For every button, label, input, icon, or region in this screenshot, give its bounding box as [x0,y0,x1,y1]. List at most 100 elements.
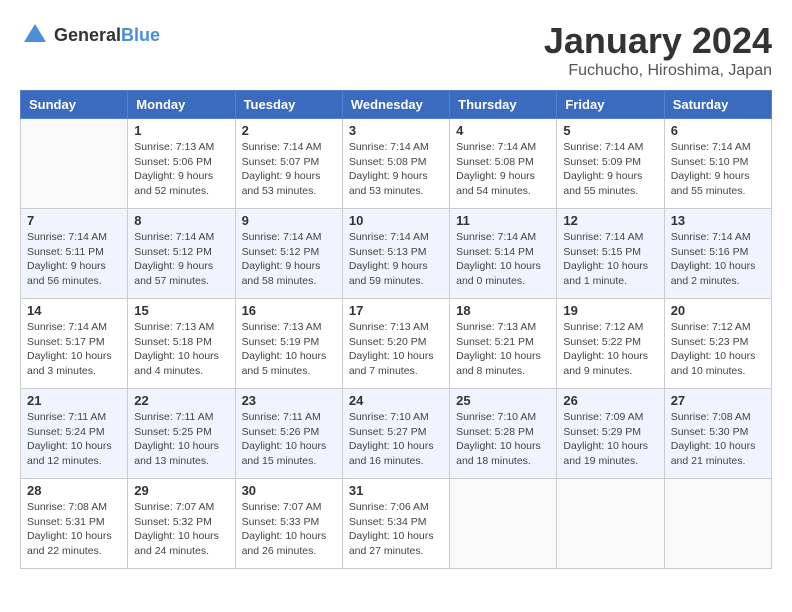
header-day-monday: Monday [128,91,235,119]
calendar-cell: 31 Sunrise: 7:06 AMSunset: 5:34 PMDayligh… [342,479,449,569]
calendar-cell: 25 Sunrise: 7:10 AMSunset: 5:28 PMDayligh… [450,389,557,479]
header-day-wednesday: Wednesday [342,91,449,119]
day-info: Sunrise: 7:13 AMSunset: 5:06 PMDaylight:… [134,140,228,199]
day-number: 11 [456,213,550,228]
day-info: Sunrise: 7:14 AMSunset: 5:14 PMDaylight:… [456,230,550,289]
logo-text-blue: Blue [121,25,160,45]
calendar-cell: 30 Sunrise: 7:07 AMSunset: 5:33 PMDayligh… [235,479,342,569]
day-number: 13 [671,213,765,228]
day-info: Sunrise: 7:09 AMSunset: 5:29 PMDaylight:… [563,410,657,469]
calendar-cell: 1 Sunrise: 7:13 AMSunset: 5:06 PMDaylight… [128,119,235,209]
day-number: 8 [134,213,228,228]
day-info: Sunrise: 7:14 AMSunset: 5:10 PMDaylight:… [671,140,765,199]
day-number: 27 [671,393,765,408]
day-number: 6 [671,123,765,138]
calendar-cell [450,479,557,569]
calendar-cell: 20Sunrise: 7:12 AMSunset: 5:23 PMDayligh… [664,299,771,389]
day-number: 23 [242,393,336,408]
day-number: 19 [563,303,657,318]
title-section: January 2024 Fuchucho, Hiroshima, Japan [544,20,772,80]
calendar-cell: 11 Sunrise: 7:14 AMSunset: 5:14 PMDayligh… [450,209,557,299]
day-number: 24 [349,393,443,408]
header-day-tuesday: Tuesday [235,91,342,119]
calendar-cell: 15Sunrise: 7:13 AMSunset: 5:18 PMDayligh… [128,299,235,389]
day-number: 31 [349,483,443,498]
day-info: Sunrise: 7:14 AMSunset: 5:15 PMDaylight:… [563,230,657,289]
day-info: Sunrise: 7:10 AMSunset: 5:28 PMDaylight:… [456,410,550,469]
day-number: 21 [27,393,121,408]
day-info: Sunrise: 7:08 AMSunset: 5:30 PMDaylight:… [671,410,765,469]
day-info: Sunrise: 7:11 AMSunset: 5:26 PMDaylight:… [242,410,336,469]
day-info: Sunrise: 7:13 AMSunset: 5:21 PMDaylight:… [456,320,550,379]
calendar-week-2: 7Sunrise: 7:14 AMSunset: 5:11 PMDaylight… [21,209,772,299]
header-day-thursday: Thursday [450,91,557,119]
day-info: Sunrise: 7:14 AMSunset: 5:12 PMDaylight:… [134,230,228,289]
day-number: 10 [349,213,443,228]
calendar-cell: 29 Sunrise: 7:07 AMSunset: 5:32 PMDayligh… [128,479,235,569]
calendar-cell [557,479,664,569]
day-number: 5 [563,123,657,138]
day-number: 1 [134,123,228,138]
header-day-friday: Friday [557,91,664,119]
logo-text-general: General [54,25,121,45]
day-info: Sunrise: 7:14 AMSunset: 5:08 PMDaylight:… [349,140,443,199]
day-info: Sunrise: 7:07 AMSunset: 5:33 PMDaylight:… [242,500,336,559]
day-number: 29 [134,483,228,498]
calendar-cell: 5 Sunrise: 7:14 AMSunset: 5:09 PMDaylight… [557,119,664,209]
day-info: Sunrise: 7:13 AMSunset: 5:19 PMDaylight:… [242,320,336,379]
calendar-cell: 3 Sunrise: 7:14 AMSunset: 5:08 PMDaylight… [342,119,449,209]
day-info: Sunrise: 7:06 AMSunset: 5:34 PMDaylight:… [349,500,443,559]
day-info: Sunrise: 7:14 AMSunset: 5:17 PMDaylight:… [27,320,121,379]
day-info: Sunrise: 7:12 AMSunset: 5:22 PMDaylight:… [563,320,657,379]
logo: GeneralBlue [20,20,160,50]
calendar-cell [21,119,128,209]
day-info: Sunrise: 7:11 AMSunset: 5:25 PMDaylight:… [134,410,228,469]
calendar: SundayMondayTuesdayWednesdayThursdayFrid… [20,90,772,569]
day-number: 14 [27,303,121,318]
calendar-cell: 2Sunrise: 7:14 AMSunset: 5:07 PMDaylight… [235,119,342,209]
day-info: Sunrise: 7:14 AMSunset: 5:11 PMDaylight:… [27,230,121,289]
day-number: 28 [27,483,121,498]
day-info: Sunrise: 7:07 AMSunset: 5:32 PMDaylight:… [134,500,228,559]
calendar-week-1: 1 Sunrise: 7:13 AMSunset: 5:06 PMDaylight… [21,119,772,209]
calendar-cell: 14 Sunrise: 7:14 AMSunset: 5:17 PMDayligh… [21,299,128,389]
day-number: 16 [242,303,336,318]
day-info: Sunrise: 7:10 AMSunset: 5:27 PMDaylight:… [349,410,443,469]
calendar-cell: 6 Sunrise: 7:14 AMSunset: 5:10 PMDaylight… [664,119,771,209]
day-info: Sunrise: 7:14 AMSunset: 5:12 PMDaylight:… [242,230,336,289]
header-row: SundayMondayTuesdayWednesdayThursdayFrid… [21,91,772,119]
calendar-cell: 17Sunrise: 7:13 AMSunset: 5:20 PMDayligh… [342,299,449,389]
calendar-header: SundayMondayTuesdayWednesdayThursdayFrid… [21,91,772,119]
day-info: Sunrise: 7:11 AMSunset: 5:24 PMDaylight:… [27,410,121,469]
day-number: 3 [349,123,443,138]
day-info: Sunrise: 7:14 AMSunset: 5:09 PMDaylight:… [563,140,657,199]
day-number: 30 [242,483,336,498]
calendar-cell [664,479,771,569]
calendar-cell: 9Sunrise: 7:14 AMSunset: 5:12 PMDaylight… [235,209,342,299]
day-number: 26 [563,393,657,408]
day-info: Sunrise: 7:13 AMSunset: 5:20 PMDaylight:… [349,320,443,379]
day-number: 25 [456,393,550,408]
calendar-week-5: 28 Sunrise: 7:08 AMSunset: 5:31 PMDayligh… [21,479,772,569]
day-info: Sunrise: 7:14 AMSunset: 5:08 PMDaylight:… [456,140,550,199]
calendar-cell: 24 Sunrise: 7:10 AMSunset: 5:27 PMDayligh… [342,389,449,479]
calendar-cell: 19 Sunrise: 7:12 AMSunset: 5:22 PMDayligh… [557,299,664,389]
day-info: Sunrise: 7:12 AMSunset: 5:23 PMDaylight:… [671,320,765,379]
day-number: 18 [456,303,550,318]
day-info: Sunrise: 7:08 AMSunset: 5:31 PMDaylight:… [27,500,121,559]
day-number: 22 [134,393,228,408]
header-day-sunday: Sunday [21,91,128,119]
calendar-cell: 7Sunrise: 7:14 AMSunset: 5:11 PMDaylight… [21,209,128,299]
location-title: Fuchucho, Hiroshima, Japan [544,62,772,80]
day-info: Sunrise: 7:14 AMSunset: 5:16 PMDaylight:… [671,230,765,289]
calendar-cell: 28 Sunrise: 7:08 AMSunset: 5:31 PMDayligh… [21,479,128,569]
header-day-saturday: Saturday [664,91,771,119]
day-number: 12 [563,213,657,228]
calendar-cell: 18 Sunrise: 7:13 AMSunset: 5:21 PMDayligh… [450,299,557,389]
day-info: Sunrise: 7:14 AMSunset: 5:07 PMDaylight:… [242,140,336,199]
calendar-cell: 8 Sunrise: 7:14 AMSunset: 5:12 PMDaylight… [128,209,235,299]
calendar-week-4: 21 Sunrise: 7:11 AMSunset: 5:24 PMDayligh… [21,389,772,479]
day-info: Sunrise: 7:14 AMSunset: 5:13 PMDaylight:… [349,230,443,289]
day-number: 15 [134,303,228,318]
calendar-cell: 23 Sunrise: 7:11 AMSunset: 5:26 PMDayligh… [235,389,342,479]
